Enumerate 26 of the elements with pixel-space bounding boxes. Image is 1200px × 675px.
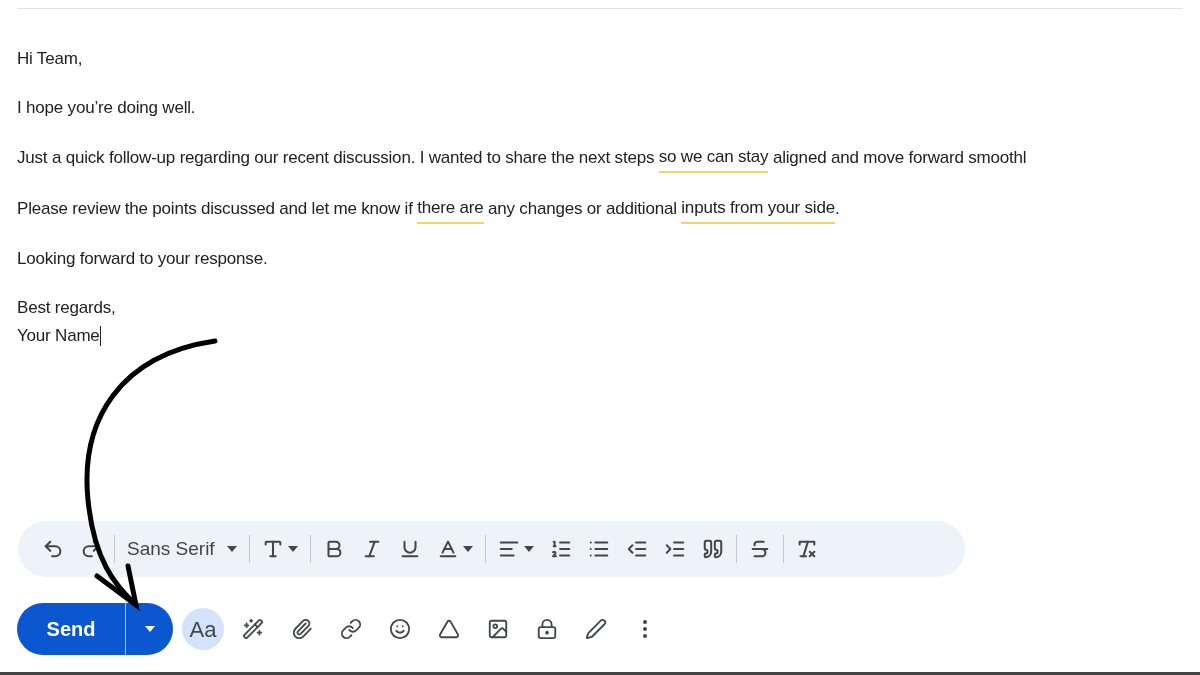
- formatting-options-button[interactable]: Aa: [182, 608, 224, 650]
- caret-icon: [226, 546, 237, 552]
- body-text: Best regards,: [17, 297, 117, 319]
- body-text: I hope you’re doing well.: [17, 97, 197, 119]
- pen-icon: [585, 618, 607, 640]
- numbered-list-icon: [549, 538, 572, 560]
- caret-icon: [523, 546, 534, 552]
- link-icon: [340, 618, 362, 640]
- caret-icon: [287, 546, 298, 552]
- emoji-icon: [389, 618, 411, 640]
- body-text: Just a quick follow-up regarding our recent discussion. I wanted to share the next steps so we can stay aligned and move forward smoothl: [17, 143, 1200, 173]
- undo-icon: [42, 538, 64, 560]
- lock-icon: [536, 618, 558, 640]
- body-text: Looking forward to your response.: [17, 248, 269, 270]
- triangle-icon: [438, 618, 460, 640]
- caret-icon: [462, 546, 473, 552]
- magic-pen-icon: [242, 618, 264, 640]
- image-icon: [487, 618, 509, 640]
- quote-icon: [701, 538, 724, 560]
- more-options-icon: [643, 620, 647, 638]
- attach-icon: [291, 618, 313, 640]
- caret-icon: [144, 626, 155, 632]
- body-text: Hi Team,: [17, 48, 84, 70]
- body-text: Your Name: [17, 325, 102, 348]
- font-dropdown[interactable]: Sans Serif: [119, 529, 245, 569]
- body-text: Please review the points discussed and let me know if there are any changes or additional inputs from your side.: [17, 194, 1200, 224]
